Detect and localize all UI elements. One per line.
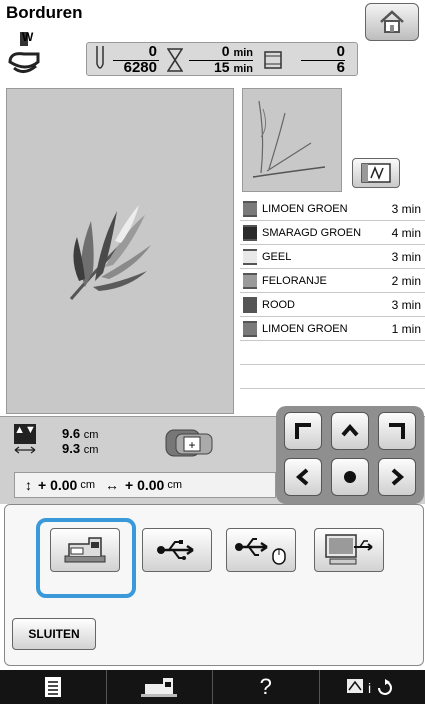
list-item[interactable]: LIMOEN GROEN 1 min xyxy=(240,317,425,341)
thread-spool-icon xyxy=(243,272,257,289)
thread-name: ROOD xyxy=(262,298,295,311)
stitch-total: 6280 xyxy=(123,59,157,76)
thread-spool-icon xyxy=(243,296,257,313)
settings-button[interactable]: i xyxy=(320,670,425,704)
thread-time: 4 min xyxy=(391,225,421,240)
horizontal-arrow-icon: ↔ xyxy=(105,477,119,493)
home-button[interactable] xyxy=(365,3,419,41)
move-arrow-panel xyxy=(276,406,424,504)
list-item[interactable]: GEEL 3 min xyxy=(240,245,425,269)
thread-time: 2 min xyxy=(391,273,421,288)
width-value: 9.3 xyxy=(62,441,81,456)
time-current: 0 xyxy=(221,43,230,59)
thread-time: 3 min xyxy=(391,201,421,216)
embroidery-preview-area[interactable] xyxy=(6,88,234,414)
list-item[interactable]: ROOD 3 min xyxy=(240,293,425,317)
vertical-offset-unit: cm xyxy=(80,479,95,491)
help-button[interactable]: ? xyxy=(213,670,320,704)
thread-name: GEEL xyxy=(262,250,292,263)
design-height: 9.6 cm xyxy=(62,426,98,441)
list-item[interactable]: LIMOEN GROEN 3 min xyxy=(240,197,425,221)
stitch-simulator-icon xyxy=(361,163,391,183)
save-to-computer-button[interactable] xyxy=(314,528,384,572)
save-to-usb-button[interactable] xyxy=(142,528,212,572)
move-left-button[interactable] xyxy=(284,458,322,496)
time-unit: min xyxy=(233,47,253,59)
thread-name: LIMOEN GROEN xyxy=(262,322,348,335)
computer-icon xyxy=(325,534,373,565)
close-button[interactable]: SLUITEN xyxy=(12,618,96,650)
stitch-current: 0 xyxy=(148,43,157,60)
list-item[interactable]: SMARAGD GROEN 4 min xyxy=(240,221,425,245)
move-center-button[interactable] xyxy=(331,458,369,496)
move-up-left-button[interactable] xyxy=(284,412,322,450)
thread-color-list[interactable]: LIMOEN GROEN 3 min SMARAGD GROEN 4 min G… xyxy=(240,197,425,389)
size-icon: ▲▼ xyxy=(14,424,36,444)
home-icon xyxy=(380,10,404,33)
thumbnail-outline-image xyxy=(252,100,326,178)
presser-foot-letter: W xyxy=(22,30,34,44)
height-unit: cm xyxy=(83,429,99,441)
settings-info-icon: i xyxy=(347,679,393,696)
save-to-usb-mouse-port-button[interactable] xyxy=(226,528,296,572)
thread-name: SMARAGD GROEN xyxy=(262,226,362,239)
color-total: 6 xyxy=(336,59,345,76)
thread-spool-icon xyxy=(243,320,257,337)
time-total: 15 xyxy=(213,59,230,75)
list-item-empty xyxy=(240,341,425,365)
list-item[interactable]: FELORANJE 2 min xyxy=(240,269,425,293)
color-current: 0 xyxy=(336,43,345,60)
design-thumbnail xyxy=(242,88,342,192)
arrow-up-icon xyxy=(341,423,359,437)
width-unit: cm xyxy=(83,444,99,456)
svg-text:i: i xyxy=(368,680,371,696)
arrow-left-icon xyxy=(295,468,309,486)
arrow-up-left-icon xyxy=(295,423,311,439)
thread-time: 1 min xyxy=(391,321,421,336)
save-to-machine-button[interactable] xyxy=(50,528,120,572)
sewing-machine-icon xyxy=(64,537,106,563)
list-item-empty xyxy=(240,365,425,389)
height-value: 9.6 xyxy=(62,426,81,441)
document-button[interactable] xyxy=(0,670,107,704)
page-title: Borduren xyxy=(6,3,83,22)
horizontal-offset: + 0.00 xyxy=(125,477,165,493)
vertical-offset: + 0.00 xyxy=(38,477,78,493)
thread-time: 3 min xyxy=(391,249,421,264)
thread-spool-icon xyxy=(243,200,257,217)
svg-text:+: + xyxy=(188,438,195,452)
bottom-toolbar: ? i xyxy=(0,670,425,704)
stitch-view-button[interactable] xyxy=(352,158,400,188)
usb-mouse-icon xyxy=(235,538,286,565)
arrow-up-right-icon xyxy=(389,423,405,439)
embroidery-frame-icon: + xyxy=(164,428,216,458)
horizontal-offset-unit: cm xyxy=(167,479,182,491)
thread-time: 3 min xyxy=(391,297,421,312)
vertical-arrow-icon: ↕ xyxy=(25,477,32,493)
arrow-right-icon xyxy=(391,468,405,486)
move-up-button[interactable] xyxy=(331,412,369,450)
progress-counter-bar: 0 6280 0 min 15 min 0 6 xyxy=(86,42,358,76)
thread-name: LIMOEN GROEN xyxy=(262,202,348,215)
width-arrow-icon xyxy=(14,446,36,454)
move-right-button[interactable] xyxy=(378,458,416,496)
thread-spool-icon xyxy=(243,224,257,241)
thread-spool-icon xyxy=(264,51,282,69)
center-dot-icon xyxy=(344,471,356,483)
thread-spool-icon xyxy=(243,248,257,265)
hourglass-icon xyxy=(167,48,183,72)
position-offset-readout: ↕ + 0.00 cm ↔ + 0.00 cm xyxy=(14,472,276,498)
machine-guide-button[interactable] xyxy=(107,670,213,704)
move-up-right-button[interactable] xyxy=(378,412,416,450)
usb-icon xyxy=(157,540,194,560)
document-icon xyxy=(44,677,61,697)
needle-icon xyxy=(96,46,104,69)
thread-name: FELORANJE xyxy=(262,274,327,287)
presser-foot-icon: W xyxy=(6,30,42,76)
embroidery-design-image xyxy=(69,205,151,300)
time-unit-2: min xyxy=(233,63,253,75)
design-width: 9.3 cm xyxy=(62,441,98,456)
sewing-machine-icon xyxy=(141,678,178,697)
